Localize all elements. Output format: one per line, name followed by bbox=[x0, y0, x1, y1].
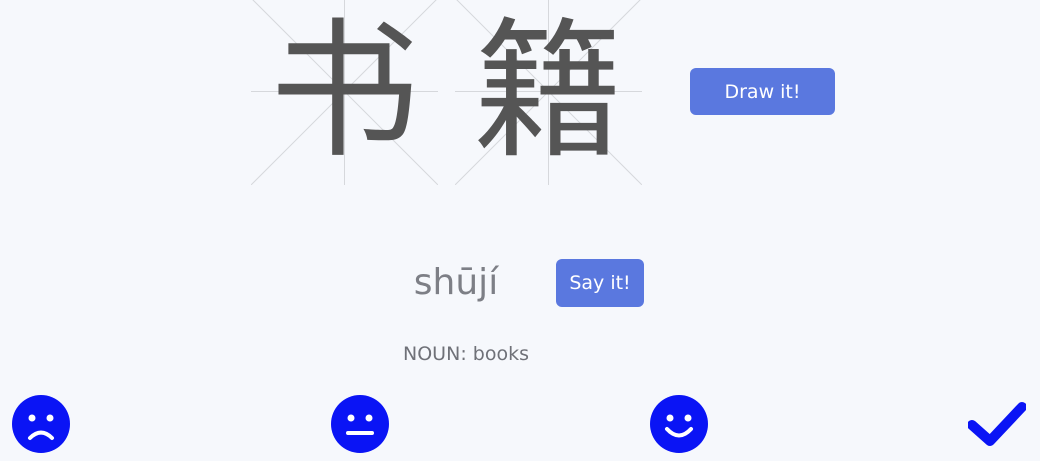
character-box-2: 籍 bbox=[455, 0, 642, 185]
pinyin-text: shūjí bbox=[413, 262, 499, 303]
definition-meaning: books bbox=[472, 343, 529, 365]
character-box-1: 书 bbox=[251, 0, 438, 185]
character-glyph-1: 书 bbox=[269, 4, 420, 179]
definition: NOUN: books bbox=[356, 343, 576, 365]
rating-okay-button[interactable] bbox=[331, 395, 389, 453]
rating-easy-button[interactable] bbox=[968, 395, 1026, 453]
smile-face-icon bbox=[650, 395, 708, 453]
frown-face-icon bbox=[12, 395, 70, 453]
definition-separator: : bbox=[460, 343, 473, 365]
draw-it-button[interactable]: Draw it! bbox=[690, 68, 835, 115]
neutral-face-icon bbox=[331, 395, 389, 453]
checkmark-icon bbox=[968, 402, 1026, 446]
character-glyph-2: 籍 bbox=[473, 4, 624, 179]
rating-good-button[interactable] bbox=[650, 395, 708, 453]
part-of-speech: NOUN bbox=[403, 343, 461, 365]
rating-hard-button[interactable] bbox=[12, 395, 70, 453]
flashcard-stage: 书 籍 Draw it! shūjí Say it! NOUN: books bbox=[0, 0, 1040, 461]
say-it-button[interactable]: Say it! bbox=[556, 259, 644, 307]
